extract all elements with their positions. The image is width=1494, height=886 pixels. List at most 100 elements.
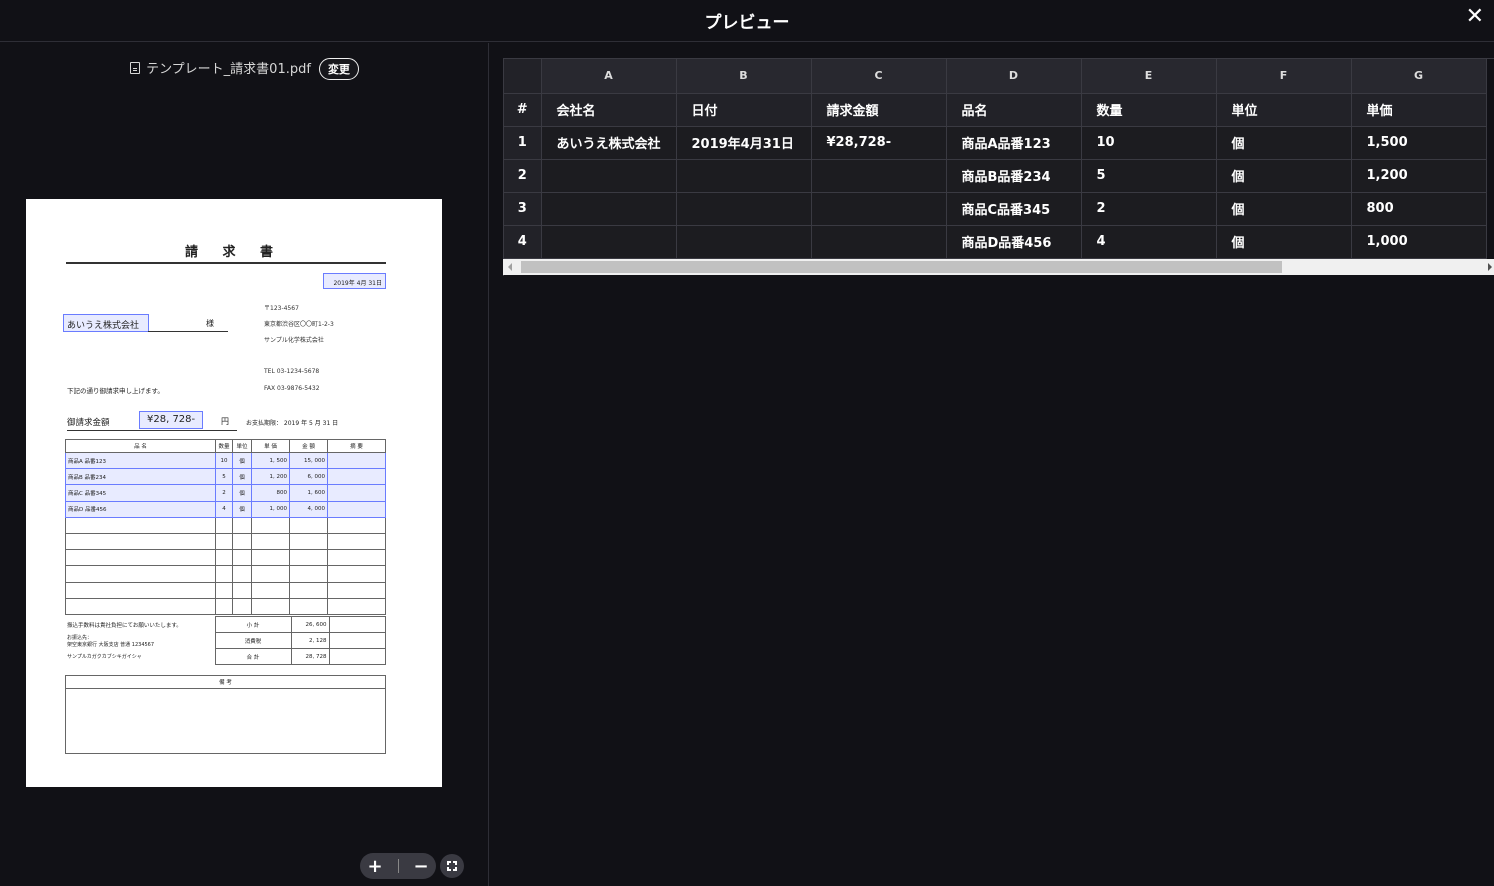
table-row[interactable]: 商品C 品番345 2 個 800 1, 600: [65, 484, 386, 502]
sender-company: サンプル化学株式会社: [264, 337, 324, 344]
tax-label: 消費税: [214, 632, 292, 649]
scroll-left-icon[interactable]: [508, 263, 512, 271]
amount-field-highlight[interactable]: ¥28, 728-: [139, 411, 203, 429]
grid-cell[interactable]: 個: [1216, 126, 1352, 160]
field-qty[interactable]: 数量: [1081, 93, 1217, 127]
table-row[interactable]: 商品A 品番123 10 個 1, 500 15, 000: [65, 451, 386, 470]
grid-cell[interactable]: 1,200: [1351, 159, 1487, 193]
close-icon[interactable]: ✕: [1466, 4, 1484, 29]
field-item[interactable]: 品名: [946, 93, 1082, 127]
field-unit[interactable]: 単位: [1216, 93, 1352, 127]
col-item: 品 名: [65, 439, 216, 453]
amount-underline: [67, 430, 237, 431]
horizontal-scrollbar[interactable]: [503, 259, 1494, 275]
grid-cell[interactable]: [541, 159, 677, 193]
grid-cell[interactable]: [676, 159, 812, 193]
grid-cell[interactable]: 商品B品番234: [946, 159, 1082, 193]
grid-cell[interactable]: 2019年4月31日: [676, 126, 812, 160]
file-icon: [130, 62, 141, 74]
table-row[interactable]: 商品D 品番456 4 個 1, 000 4, 000: [65, 500, 386, 518]
grid-cell[interactable]: 10: [1081, 126, 1217, 160]
data-grid-panel: A B C D E F G # 会社名 日付 請求金額 品名 数量 単位 単価 …: [490, 43, 1494, 886]
col-price: 単 価: [251, 439, 290, 453]
column-header-f[interactable]: F: [1216, 59, 1352, 94]
change-file-button[interactable]: 変更: [318, 58, 359, 80]
grid-cell[interactable]: 商品D品番456: [946, 225, 1082, 259]
grid-row: 3 商品C品番345 2 個 800: [504, 192, 1487, 226]
grid-row: 2 商品B品番234 5 個 1,200: [504, 159, 1487, 193]
grid-cell[interactable]: [676, 225, 812, 259]
invoice-note: 下記の通り御請求申し上げます。: [67, 387, 164, 395]
bank-info: お振込先： 架空東京銀行 大阪支店 普通 1234567: [67, 634, 155, 648]
grid-cell[interactable]: 個: [1216, 225, 1352, 259]
grid-row: 1 あいうえ株式会社 2019年4月31日 ¥28,728- 商品A品番123 …: [504, 126, 1487, 160]
grid-cell[interactable]: [541, 192, 677, 226]
scroll-right-icon[interactable]: [1488, 263, 1492, 271]
column-header-d[interactable]: D: [946, 59, 1082, 94]
remarks-label: 備 考: [66, 676, 385, 689]
grid-cell[interactable]: [676, 192, 812, 226]
honorific: 様: [206, 319, 214, 328]
invoice-title: 請 求 書: [184, 245, 284, 260]
grid-cell[interactable]: 800: [1351, 192, 1487, 226]
col-qty: 数量: [215, 439, 233, 453]
tel: TEL 03-1234-5678: [264, 368, 320, 375]
due-date: お支払期限： 2019 年 5 月 31 日: [246, 420, 339, 427]
fit-to-screen-icon[interactable]: [440, 854, 464, 878]
grid-cell[interactable]: ¥28,728-: [811, 126, 947, 160]
field-price[interactable]: 単価: [1351, 93, 1487, 127]
grid-cell[interactable]: [811, 192, 947, 226]
grid-cell[interactable]: 4: [1081, 225, 1217, 259]
zoom-divider: [397, 859, 399, 873]
subtotal-label: 小 計: [214, 616, 292, 633]
grid-cell[interactable]: あいうえ株式会社: [541, 126, 677, 160]
data-grid: A B C D E F G # 会社名 日付 請求金額 品名 数量 単位 単価 …: [503, 58, 1494, 276]
column-header-c[interactable]: C: [811, 59, 947, 94]
grid-cell[interactable]: 商品C品番345: [946, 192, 1082, 226]
modal-title: プレビュー: [704, 13, 790, 33]
address-line: 東京都渋谷区〇〇町1-2-3: [264, 321, 334, 328]
field-company[interactable]: 会社名: [541, 93, 677, 127]
tax-value: 2, 128: [290, 632, 330, 649]
total-label: 合 計: [214, 648, 292, 665]
table-row[interactable]: 商品B 品番234 5 個 1, 200 6, 000: [65, 468, 386, 486]
grid-cell[interactable]: 1,000: [1351, 225, 1487, 259]
zoom-controls: + −: [360, 853, 436, 879]
zoom-in-button[interactable]: +: [367, 856, 382, 877]
grid-cell[interactable]: 個: [1216, 192, 1352, 226]
grid-cell[interactable]: [541, 225, 677, 259]
grid-cell[interactable]: 1,500: [1351, 126, 1487, 160]
table-row: [65, 597, 386, 615]
grid-cell[interactable]: 5: [1081, 159, 1217, 193]
scrollbar-thumb[interactable]: [521, 261, 1282, 273]
column-header-e[interactable]: E: [1081, 59, 1217, 94]
zoom-out-button[interactable]: −: [413, 856, 428, 877]
company-underline: [148, 331, 228, 332]
table-row: [65, 549, 386, 567]
col-remarks: 摘 要: [327, 439, 386, 453]
amount-label: 御請求金額: [67, 418, 110, 428]
grid-cell[interactable]: [811, 225, 947, 259]
column-header-g[interactable]: G: [1351, 59, 1487, 94]
grid-cell[interactable]: 個: [1216, 159, 1352, 193]
field-amount[interactable]: 請求金額: [811, 93, 947, 127]
pdf-preview-panel: テンプレート_請求書01.pdf 変更 請 求 書 2019年 4月 31日 あい…: [0, 43, 489, 886]
field-date[interactable]: 日付: [676, 93, 812, 127]
grid-cell[interactable]: 商品A品番123: [946, 126, 1082, 160]
grid-cell[interactable]: 2: [1081, 192, 1217, 226]
title-divider: [66, 262, 386, 264]
modal-header: プレビュー ✕: [0, 0, 1494, 42]
table-row: [65, 581, 386, 599]
bank-account-name: サンプルカガクカブシキガイシャ: [67, 654, 142, 660]
totals-table: 振込手数料は貴社負担にてお願いいたします。 小 計 26, 600 お振込先：架…: [65, 616, 386, 665]
subtotal-value: 26, 600: [290, 616, 330, 633]
date-field-highlight[interactable]: 2019年 4月 31日: [323, 273, 386, 289]
company-field-highlight[interactable]: あいうえ株式会社: [63, 314, 149, 332]
file-name: テンプレート_請求書01.pdf: [146, 62, 311, 77]
grid-cell[interactable]: [811, 159, 947, 193]
column-header-b[interactable]: B: [676, 59, 812, 94]
fax: FAX 03-9876-5432: [264, 385, 320, 392]
table-row: [65, 565, 386, 583]
bank-note: 振込手数料は貴社負担にてお願いいたします。: [67, 622, 182, 629]
column-header-a[interactable]: A: [541, 59, 677, 94]
